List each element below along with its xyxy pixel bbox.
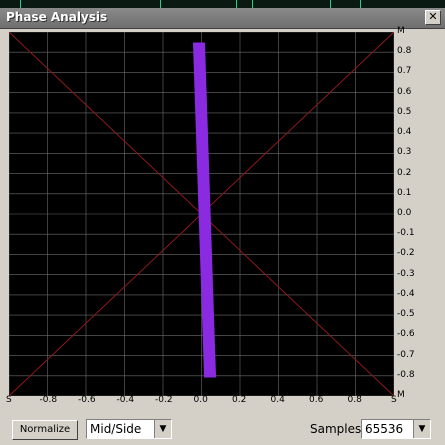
x-tick-label: -0.6	[78, 395, 96, 405]
x-tick-label: S	[391, 395, 397, 405]
phase-analysis-window: Phase Analysis ✕ M 0.8 0.7 0.6 0.5 0.4 0.3 0.2 0…	[0, 0, 445, 445]
x-tick-label: 0.8	[347, 395, 362, 405]
x-tick-label: -0.8	[39, 395, 58, 405]
y-tick-label: M	[397, 26, 405, 36]
title-bar[interactable]: Phase Analysis ✕	[0, 8, 445, 29]
y-tick-label: 0.8	[397, 46, 412, 57]
x-tick-label: S	[6, 395, 12, 405]
chevron-down-icon[interactable]: ▼	[154, 420, 171, 438]
samples-select[interactable]: 65536 ▼	[361, 419, 431, 439]
mode-select[interactable]: Mid/Side ▼	[86, 419, 172, 439]
y-tick-label: 0.6	[397, 86, 412, 97]
phase-scope-svg	[8, 31, 395, 397]
y-tick-label: -0.5	[397, 309, 415, 320]
y-tick-label: -0.2	[397, 248, 415, 259]
x-tick-label: 0.4	[270, 395, 285, 405]
close-button[interactable]: ✕	[425, 10, 441, 25]
x-tick-label: 0.2	[232, 395, 247, 405]
y-tick-label: -0.8	[397, 369, 415, 380]
x-tick-label: 0.0	[193, 395, 208, 405]
window-title: Phase Analysis	[6, 10, 108, 24]
samples-label: Samples	[310, 422, 362, 436]
chevron-down-icon[interactable]: ▼	[413, 420, 430, 438]
x-tick-label: 0.6	[309, 395, 324, 405]
y-tick-label: M	[397, 390, 405, 400]
normalize-button[interactable]: Normalize	[12, 420, 78, 440]
mode-value: Mid/Side	[90, 422, 142, 436]
phase-scope-plot	[8, 31, 395, 397]
y-tick-label: -0.4	[397, 288, 415, 299]
x-tick-label: -0.2	[155, 395, 173, 405]
y-tick-label: 0.0	[397, 208, 412, 218]
y-tick-label: -0.7	[397, 349, 415, 360]
y-tick-label: 0.4	[397, 127, 412, 138]
samples-value: 65536	[365, 422, 404, 436]
y-tick-label: -0.3	[397, 268, 415, 279]
y-tick-label: -0.6	[397, 329, 415, 340]
y-tick-label: 0.5	[397, 106, 412, 117]
y-tick-label: -0.1	[397, 228, 415, 239]
x-tick-label: -0.4	[116, 395, 135, 405]
y-tick-label: 0.2	[397, 167, 412, 178]
waveform-strip	[0, 0, 445, 8]
y-tick-label: 0.1	[397, 187, 412, 198]
y-tick-label: 0.3	[397, 147, 412, 158]
y-tick-label: 0.7	[397, 66, 412, 77]
